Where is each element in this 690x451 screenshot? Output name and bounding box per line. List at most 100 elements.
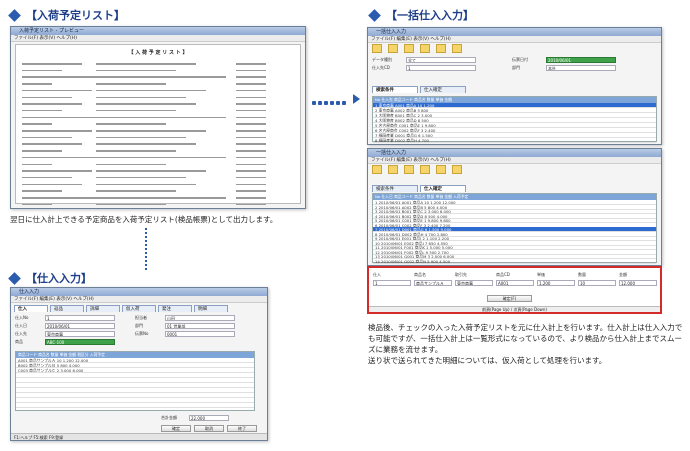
toolbar-icon[interactable] <box>404 165 414 174</box>
tab-4[interactable]: 発注 <box>158 305 192 312</box>
report-text-line <box>96 83 166 85</box>
report-text-line <box>236 136 266 139</box>
toolbar-icon[interactable] <box>372 44 382 53</box>
bulk-window-top: 一括仕入入力 ファイル(F) 編集(E) 表示(V) ヘルプ(H) データ種別 全… <box>367 27 662 145</box>
detail-value[interactable]: 商品サンプルＡ <box>414 280 452 286</box>
report-text-line <box>22 109 62 112</box>
report-text-line <box>22 163 52 165</box>
entry-total-label: 合計金額 <box>161 415 177 420</box>
tab-0[interactable]: 仕入 <box>14 305 48 312</box>
bulk-description: 検品後、チェックの入った入荷予定リストを元に仕入計上を行います。仕入計上は仕入入… <box>368 323 683 365</box>
tab-1[interactable]: 返品 <box>50 305 84 312</box>
toolbar-icon[interactable] <box>372 165 382 174</box>
bulk-field-input[interactable]: 本社 <box>546 65 616 71</box>
detail-value[interactable]: 10 <box>578 280 616 286</box>
bulk-top-row[interactable]: 8 福岡産業 D002 商品H 4 700 <box>373 138 656 143</box>
detail-label: 商品名 <box>414 272 426 277</box>
toolbar-icon[interactable] <box>420 44 430 53</box>
bulk-top-grid: No 仕入先 商品コード 商品名 数量 単価 金額 1 東京商事 A001 商品… <box>372 96 657 143</box>
bulk-detail-panel: 仕入 1 商品名商品サンプルＡ 取引先東京商事 商品CD A001 単価 1,200 数量 10 金… <box>367 266 662 314</box>
purchase-entry-window: 仕入入力 ファイル(F) 編集(E) 表示(V) ヘルプ(H) 仕入 返品 詳細 仮入… <box>10 287 268 441</box>
tab-3[interactable]: 仮入荷 <box>122 305 156 312</box>
bulk-top-tab-0[interactable]: 検索条件 <box>372 86 418 93</box>
report-paper: 【 入 荷 予 定 リ ス ト 】 <box>15 44 301 206</box>
detail-value[interactable]: 1 <box>373 280 411 286</box>
report-text-line <box>22 143 82 145</box>
report-text-line <box>22 63 82 65</box>
report-text-line <box>236 156 266 159</box>
toolbar-icon[interactable] <box>436 165 446 174</box>
bulk-field-label: データ種別 <box>372 57 392 62</box>
entry-field-input[interactable]: ABC-100 <box>45 339 115 345</box>
detail-value[interactable]: 東京商事 <box>455 280 493 286</box>
bulk-field-input[interactable]: 2010/06/01 <box>546 57 616 63</box>
toolbar-icon[interactable] <box>388 44 398 53</box>
bulk-field-label: 伝票日付 <box>512 57 528 62</box>
bulk-top-menubar: ファイル(F) 編集(E) 表示(V) ヘルプ(H) <box>368 36 661 43</box>
entry-field-input[interactable]: 0001 <box>165 331 235 337</box>
entry-field-input[interactable]: 東京商事 <box>45 331 115 337</box>
report-text-line <box>96 150 176 152</box>
connector-arrow <box>312 90 362 109</box>
report-text-line <box>236 150 266 152</box>
bulk-window-bottom: 一括仕入入力 ファイル(F) 編集(E) 表示(V) ヘルプ(H) 検索条件 仕入… <box>367 148 662 266</box>
entry-field-input[interactable]: 山田 <box>165 315 235 321</box>
entry-button-1[interactable]: 取消 <box>194 425 224 432</box>
entry-field-label: 部門 <box>135 323 143 328</box>
toolbar-icon[interactable] <box>452 44 462 53</box>
report-text-line <box>96 76 226 78</box>
detail-value[interactable]: 1,200 <box>537 280 575 286</box>
bulk-field-label: 部門 <box>512 65 520 70</box>
tab-5[interactable]: 明細 <box>194 305 228 312</box>
report-text-line <box>22 96 72 98</box>
report-text-line <box>22 69 62 72</box>
entry-button-0[interactable]: 確定 <box>161 425 191 432</box>
report-text-line <box>236 63 266 65</box>
bulk-bottom-menubar: ファイル(F) 編集(E) 表示(V) ヘルプ(H) <box>368 157 661 164</box>
report-text-line <box>96 176 186 179</box>
entry-field-input[interactable]: 2010/06/01 <box>45 323 115 329</box>
report-titlebar: 入荷予定リスト - プレビュー <box>11 27 305 35</box>
entry-field-label: 伝票No <box>135 331 149 336</box>
toolbar-icon[interactable] <box>388 165 398 174</box>
report-text-line <box>236 197 266 199</box>
entry-button-2[interactable]: 終了 <box>227 425 257 432</box>
tab-2[interactable]: 詳細 <box>86 305 120 312</box>
report-text-line <box>236 123 266 125</box>
detail-label: 商品CD <box>496 272 510 277</box>
report-text-line <box>96 116 226 119</box>
report-text-line <box>236 69 266 72</box>
entry-heading-text: 【仕入入力】 <box>26 272 92 285</box>
report-text-line <box>22 89 92 92</box>
bulk-bottom-tab-0[interactable]: 検索条件 <box>372 185 418 192</box>
bulk-bottom-row[interactable]: 14 2010/06/01 G002 商品N 5 900 4,500 <box>373 259 656 264</box>
bulk-field-input[interactable]: 1 <box>406 65 476 71</box>
report-text-line <box>96 123 166 125</box>
detail-label: 取引先 <box>455 272 467 277</box>
report-text-line <box>22 103 82 105</box>
confirm-button[interactable]: 確定(F) <box>487 295 532 302</box>
detail-label: 仕入 <box>373 272 381 277</box>
report-text-line <box>236 163 266 165</box>
entry-field-input[interactable]: 01 営業部 <box>165 323 235 329</box>
toolbar-icon[interactable] <box>404 44 414 53</box>
detail-value[interactable]: 12,000 <box>619 280 657 286</box>
bulk-top-tab-1[interactable]: 仕入確定 <box>420 86 466 93</box>
report-text-line <box>22 83 52 85</box>
entry-field-label: 担当者 <box>135 315 147 320</box>
toolbar-icon[interactable] <box>436 44 446 53</box>
report-text-line <box>236 143 266 145</box>
bulk-bottom-tab-1[interactable]: 仕入確定 <box>420 185 466 192</box>
detail-label: 数量 <box>578 272 586 277</box>
detail-label: 金額 <box>619 272 627 277</box>
detail-label: 単価 <box>537 272 545 277</box>
toolbar-icon[interactable] <box>420 165 430 174</box>
report-text-line <box>96 143 196 145</box>
toolbar-icon[interactable] <box>452 165 462 174</box>
entry-field-label: 商品 <box>15 339 23 344</box>
report-text-line <box>96 170 206 172</box>
entry-statusbar: F1:ヘルプ F5:検索 F9:登録 <box>11 433 267 440</box>
detail-value[interactable]: A001 <box>496 280 534 286</box>
bulk-field-input[interactable]: 全て <box>406 57 476 63</box>
entry-field-input[interactable]: 1 <box>45 315 115 321</box>
